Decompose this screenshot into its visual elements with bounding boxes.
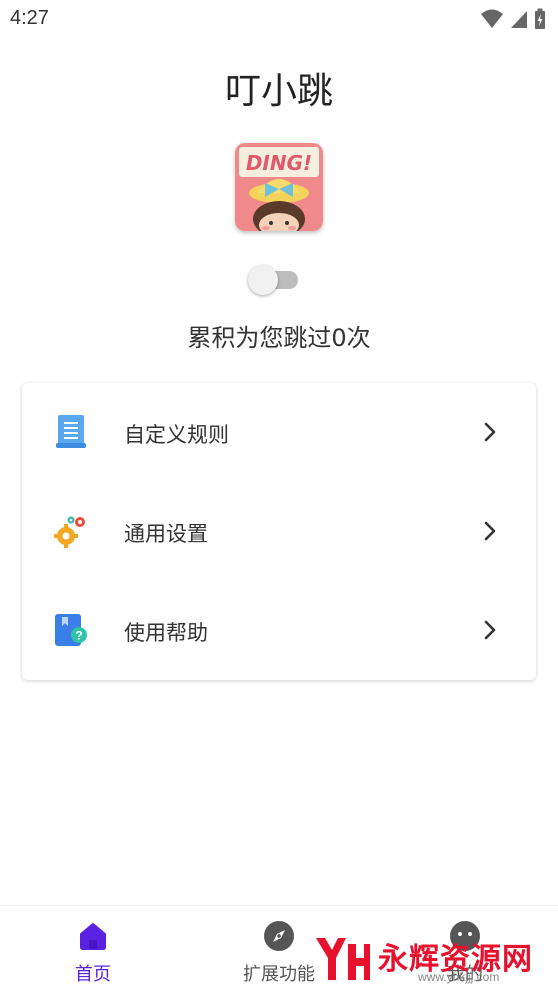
rules-document-icon (52, 413, 90, 451)
status-time: 4:27 (10, 7, 49, 29)
menu-item-help[interactable]: ? 使用帮助 (22, 581, 536, 680)
skip-count-text: 累积为您跳过0次 (187, 324, 371, 352)
menu-item-label: 通用设置 (124, 522, 208, 546)
home-icon (77, 920, 109, 952)
status-icons (480, 8, 546, 34)
chevron-right-icon (480, 421, 500, 443)
menu-item-general-settings[interactable]: 通用设置 (22, 482, 536, 581)
service-toggle[interactable] (248, 264, 300, 296)
signal-icon (510, 9, 528, 33)
compass-icon (263, 920, 295, 952)
wifi-icon (480, 9, 504, 33)
logo-lettering: DING! (246, 151, 312, 175)
nav-item-home[interactable]: 首页 (0, 906, 186, 993)
chevron-right-icon (480, 520, 500, 542)
watermark-url: www.yhkjjj.com (418, 970, 500, 984)
watermark: 永辉资源网 www.yhkjjj.com (308, 930, 548, 986)
app-logo: DING! (235, 143, 323, 231)
battery-icon (534, 8, 546, 34)
nav-label: 首页 (75, 964, 111, 985)
menu-item-label: 自定义规则 (124, 423, 229, 447)
help-book-icon: ? (52, 611, 90, 649)
watermark-logo-icon (312, 934, 372, 988)
app-title: 叮小跳 (224, 71, 333, 112)
status-bar: 4:27 (0, 0, 558, 40)
gears-icon (52, 512, 90, 550)
chevron-right-icon (480, 619, 500, 641)
svg-text:?: ? (75, 629, 82, 643)
menu-item-custom-rules[interactable]: 自定义规则 (22, 383, 536, 482)
menu-card: 自定义规则 通用设置 ? 使用帮助 (22, 383, 536, 680)
menu-item-label: 使用帮助 (124, 621, 208, 645)
toggle-thumb (248, 265, 278, 295)
